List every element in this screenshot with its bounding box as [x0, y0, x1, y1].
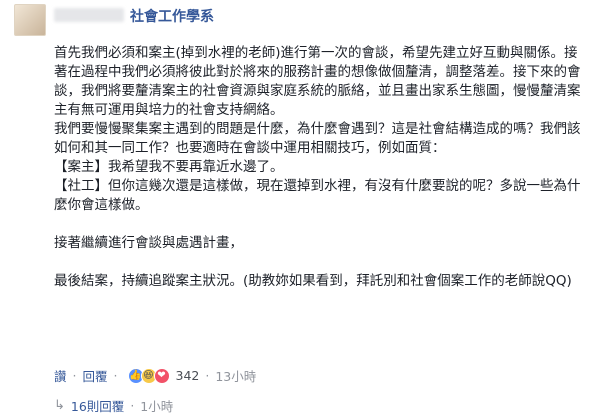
post-footer: 讚 · 回覆 · 👍 😆 ❤ 342 · 13小時 — [54, 366, 256, 385]
replies-row[interactable]: ↳ 16則回覆 · 1小時 — [54, 396, 173, 415]
dot-separator: · — [113, 368, 118, 383]
dot-separator: · — [72, 368, 77, 383]
post-paragraph-5: 接著繼續進行會談與處遇計畫， — [54, 235, 243, 251]
heart-icon: ❤ — [153, 367, 170, 384]
post-paragraph-3: 【案主】我希望我不要再靠近水邊了。 — [54, 159, 284, 175]
post-time[interactable]: 13小時 — [215, 366, 256, 385]
reactions-summary[interactable]: 👍 😆 ❤ — [127, 367, 170, 384]
reply-link[interactable]: 回覆 — [83, 366, 108, 385]
replies-count[interactable]: 16則回覆 — [71, 396, 124, 415]
blurred-username[interactable] — [54, 8, 124, 22]
reply-time: 1小時 — [140, 399, 174, 414]
reply-arrow-icon: ↳ — [54, 398, 65, 413]
dot-separator: · — [130, 398, 135, 413]
post-body: 首先我們必須和案主(掉到水裡的老師)進行第一次的會談，希望先建立好互動與關係。接… — [54, 44, 584, 291]
group-name[interactable]: 社會工作學系 — [130, 6, 214, 26]
reaction-count[interactable]: 342 — [176, 368, 200, 383]
post-paragraph-2: 我們要慢慢聚集案主遇到的問題是什麼，為什麼會遇到？這是社會結構造成的嗎？我們該如… — [54, 121, 581, 156]
post-paragraph-1: 首先我們必須和案主(掉到水裡的老師)進行第一次的會談，希望先建立好互動與關係。接… — [54, 45, 581, 118]
post-paragraph-4: 【社工】但你這幾次還是這樣做，現在還掉到水裡，有沒有什麼要說的呢？多說一些為什麼… — [54, 178, 581, 213]
dot-separator: · — [205, 368, 210, 383]
avatar[interactable] — [14, 4, 46, 36]
post-paragraph-6: 最後結案，持續追蹤案主狀況。(助教妳如果看到，拜託別和社會個案工作的老師說QQ) — [54, 273, 572, 289]
like-link[interactable]: 讚 — [54, 366, 67, 385]
